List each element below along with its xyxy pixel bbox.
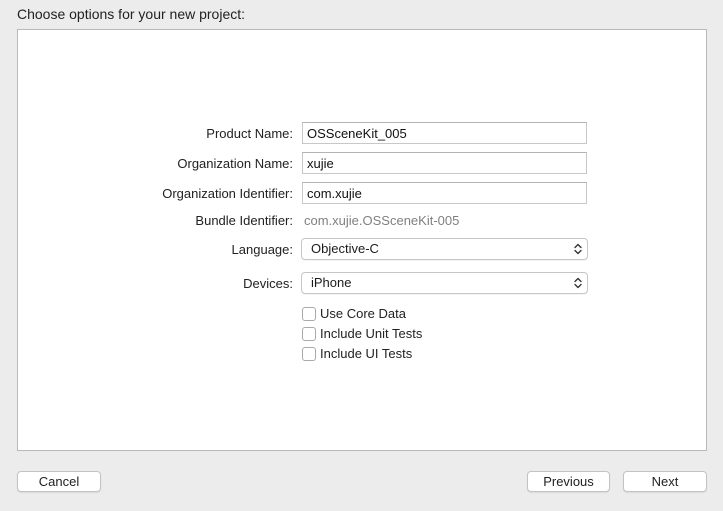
devices-selected-value: iPhone <box>311 275 352 290</box>
next-button[interactable]: Next <box>623 471 707 492</box>
language-popup[interactable]: Objective-C <box>301 238 588 260</box>
new-project-options-sheet: Choose options for your new project: Pro… <box>0 0 723 511</box>
use-core-data-label: Use Core Data <box>320 306 406 321</box>
options-panel: Product Name: Organization Name: Organiz… <box>17 29 707 451</box>
include-unit-tests-label: Include Unit Tests <box>320 326 423 341</box>
organization-name-field[interactable] <box>302 152 587 174</box>
language-label: Language: <box>231 242 293 257</box>
language-selected-value: Objective-C <box>311 241 379 256</box>
bundle-identifier-value: com.xujie.OSSceneKit-005 <box>304 213 460 228</box>
include-ui-tests-label: Include UI Tests <box>320 346 413 361</box>
chevron-up-down-icon <box>574 277 582 289</box>
previous-button[interactable]: Previous <box>527 471 610 492</box>
cancel-button[interactable]: Cancel <box>17 471 101 492</box>
organization-name-label: Organization Name: <box>177 156 293 171</box>
include-unit-tests-checkbox[interactable] <box>302 327 316 341</box>
use-core-data-checkbox[interactable] <box>302 307 316 321</box>
include-ui-tests-checkbox[interactable] <box>302 347 316 361</box>
bundle-identifier-label: Bundle Identifier: <box>195 213 293 228</box>
devices-popup[interactable]: iPhone <box>301 272 588 294</box>
sheet-title: Choose options for your new project: <box>17 6 246 22</box>
organization-identifier-field[interactable] <box>302 182 587 204</box>
product-name-field[interactable] <box>302 122 587 144</box>
chevron-up-down-icon <box>574 243 582 255</box>
product-name-label: Product Name: <box>206 126 293 141</box>
organization-identifier-label: Organization Identifier: <box>162 186 293 201</box>
devices-label: Devices: <box>243 276 293 291</box>
